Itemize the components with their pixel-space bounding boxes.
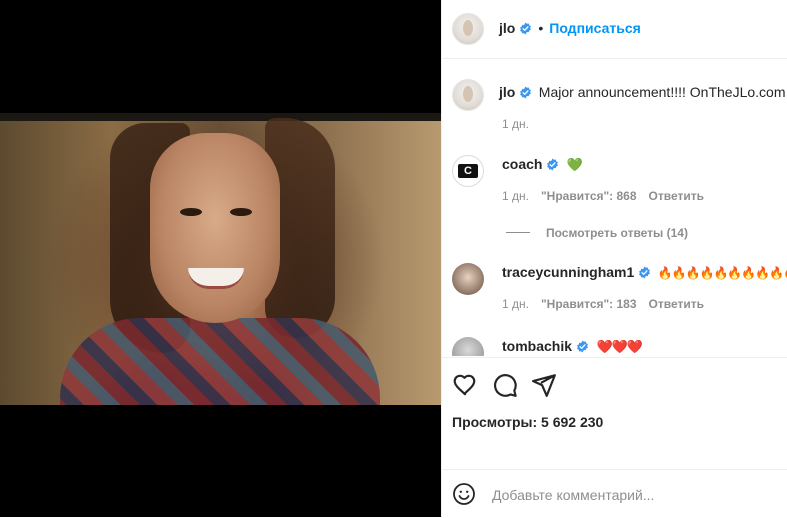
avatar[interactable]	[452, 337, 484, 356]
comment-text: 💚	[566, 157, 583, 172]
caption-username[interactable]: jlo	[499, 84, 515, 100]
view-replies-button[interactable]: Посмотреть ответы (14)	[506, 224, 688, 242]
comment-meta: 1 дн. "Нравится": 183 Ответить	[502, 297, 716, 311]
video-frame-edge	[0, 113, 441, 121]
emoji-icon[interactable]	[452, 482, 476, 506]
video-player[interactable]	[0, 113, 441, 405]
views-count: Просмотры: 5 692 230	[452, 414, 604, 430]
post-media[interactable]	[0, 0, 441, 517]
video-content	[188, 268, 244, 289]
comment-line: tombachik ❤️❤️❤️	[502, 338, 643, 356]
heart-icon[interactable]	[452, 372, 478, 398]
view-replies-label: Посмотреть ответы (14)	[546, 226, 688, 240]
add-comment-input[interactable]	[490, 483, 774, 507]
likes-count[interactable]: "Нравится": 868	[541, 189, 637, 203]
comment-time[interactable]: 1 дн.	[502, 297, 529, 311]
comment-text: ❤️❤️❤️	[596, 339, 643, 354]
avatar[interactable]: C	[452, 155, 484, 187]
comments-list[interactable]: jlo Major announcement!!!! OnTheJLo.com …	[442, 59, 787, 356]
comment-line: coach 💚	[502, 156, 583, 174]
separator: •	[538, 20, 544, 36]
reply-button[interactable]: Ответить	[649, 297, 704, 311]
video-content	[180, 208, 202, 216]
post-actions: Просмотры: 5 692 230	[442, 357, 787, 470]
avatar[interactable]	[452, 13, 484, 45]
follow-button[interactable]: Подписаться	[549, 20, 641, 36]
add-comment-bar	[442, 469, 787, 518]
coach-logo-icon: C	[458, 164, 478, 178]
caption-text: Major announcement!!!! OnTheJLo.com	[538, 84, 786, 100]
comment-line: traceycunningham1 🔥🔥🔥🔥🔥🔥🔥🔥🔥🔥🔥🔥	[502, 264, 787, 282]
video-content	[60, 318, 380, 405]
verified-badge-icon	[577, 340, 588, 353]
reply-button[interactable]: Ответить	[649, 189, 704, 203]
header-user-line: jlo • Подписаться	[499, 20, 641, 38]
share-icon[interactable]	[531, 372, 557, 398]
verified-badge-icon	[639, 266, 651, 279]
verified-badge-icon	[520, 86, 532, 99]
avatar[interactable]	[452, 79, 484, 111]
divider	[506, 232, 530, 234]
caption-time[interactable]: 1 дн.	[502, 117, 529, 131]
comment-text: 🔥🔥🔥🔥🔥🔥🔥🔥🔥🔥🔥🔥	[657, 266, 787, 280]
comment-icon[interactable]	[492, 372, 518, 398]
avatar[interactable]	[452, 263, 484, 295]
verified-badge-icon	[547, 158, 559, 171]
comment-meta: 1 дн. "Нравится": 868 Ответить	[502, 189, 716, 203]
post-side-panel: jlo • Подписаться jlo Major announcement!!…	[441, 0, 787, 517]
verified-badge-icon	[520, 22, 532, 35]
video-content	[150, 133, 280, 323]
comment-username[interactable]: tombachik	[502, 338, 572, 354]
comment-username[interactable]: traceycunningham1	[502, 264, 634, 280]
caption-line: jlo Major announcement!!!! OnTheJLo.com	[499, 84, 785, 102]
post-header: jlo • Подписаться	[442, 0, 787, 59]
comment-username[interactable]: coach	[502, 156, 542, 172]
video-content	[230, 208, 252, 216]
likes-count[interactable]: "Нравится": 183	[541, 297, 637, 311]
comment-time[interactable]: 1 дн.	[502, 189, 529, 203]
header-username[interactable]: jlo	[499, 20, 515, 36]
